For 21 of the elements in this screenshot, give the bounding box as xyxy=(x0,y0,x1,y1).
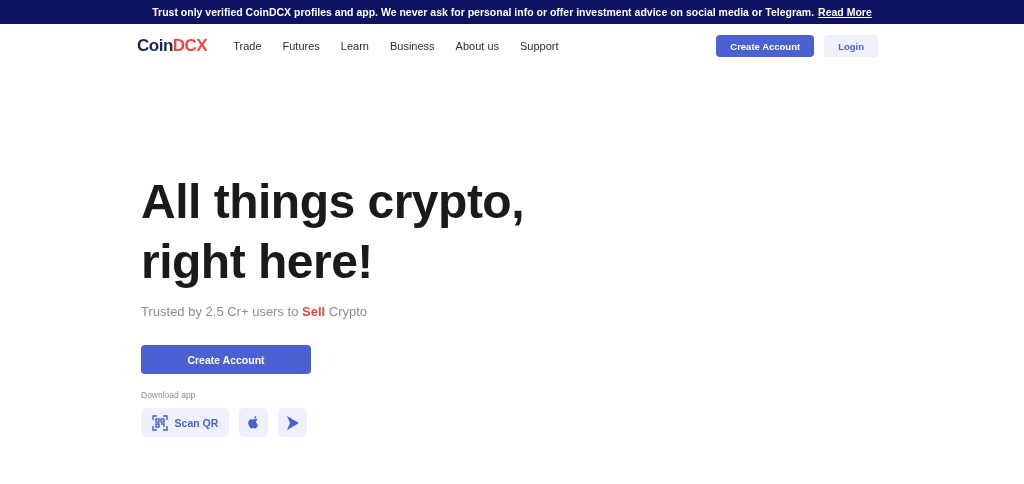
subtitle: Trusted by 2.5 Cr+ users to Sell Crypto xyxy=(141,304,369,319)
play-store-button[interactable] xyxy=(278,408,307,437)
headline: All things crypto, right here! xyxy=(141,174,525,290)
play-icon xyxy=(285,414,300,431)
nav-link[interactable]: Futures xyxy=(282,40,320,52)
banner-text: Trust only verified CoinDCX profiles and app. We never ask for personal info or offer investment advice on social media or Telegram. xyxy=(152,6,815,18)
nav-link[interactable]: Support xyxy=(520,40,559,52)
create-account-button[interactable]: Create Account xyxy=(141,345,311,374)
create-account-button[interactable]: Create Account xyxy=(716,35,815,57)
nav-link[interactable]: Business xyxy=(389,40,435,52)
qr-code-icon xyxy=(151,414,168,431)
scan-qr-button[interactable]: Scan QR xyxy=(141,408,229,437)
download-label: Download app xyxy=(141,390,197,400)
apple-icon xyxy=(246,414,261,431)
login-button[interactable]: Login xyxy=(824,35,878,57)
logo[interactable]: CoinDCX xyxy=(137,36,208,56)
app-store-button[interactable] xyxy=(239,408,268,437)
nav-link[interactable]: About us xyxy=(455,40,499,52)
nav-link[interactable]: Trade xyxy=(233,40,262,52)
nav-link[interactable]: Learn xyxy=(340,40,369,52)
read-more-link[interactable]: Read More xyxy=(818,6,872,18)
